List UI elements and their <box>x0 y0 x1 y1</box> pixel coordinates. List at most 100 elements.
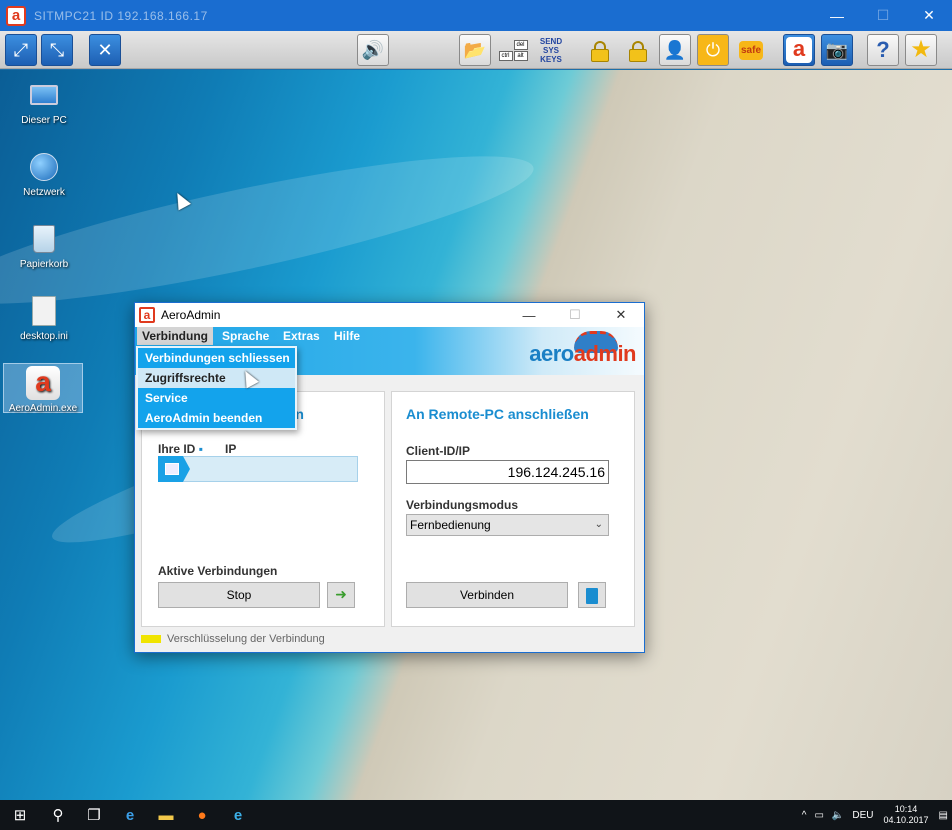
aeroadmin-logo-icon: a <box>6 5 26 26</box>
ip-label: IP <box>225 442 237 456</box>
fullscreen-icon: ⤢ <box>13 40 29 60</box>
notification-icon[interactable]: ▤ <box>939 810 948 821</box>
network-tray-icon[interactable]: ▭ <box>814 810 823 821</box>
task-view-icon[interactable]: ❐ <box>76 800 112 830</box>
ctrl-alt-del-button[interactable]: del ctrl alt <box>497 34 529 66</box>
client-id-label: Client-ID/IP <box>406 444 471 458</box>
recycle-bin-icon <box>33 225 55 253</box>
ie-icon[interactable]: e <box>220 800 256 830</box>
logoff-user-button[interactable]: 👤 <box>659 34 691 66</box>
clock[interactable]: 10:14 04.10.2017 <box>884 804 929 826</box>
aeroadmin-title: AeroAdmin <box>161 308 221 322</box>
aeroadmin-button[interactable]: a <box>783 34 815 66</box>
close-button[interactable]: ✕ <box>906 0 952 31</box>
menu-item-exit[interactable]: AeroAdmin beenden <box>138 408 295 428</box>
send-sys-keys-button[interactable]: SEND SYS KEYS <box>535 34 567 66</box>
sound-button[interactable]: 🔊 <box>357 34 389 66</box>
file-icon <box>32 296 56 326</box>
chevron-down-icon: ⌄ <box>594 519 603 530</box>
help-button[interactable]: ? <box>867 34 899 66</box>
arrow-right-icon: ➜ <box>335 586 347 602</box>
lock-sound-button[interactable] <box>621 34 653 66</box>
client-id-input[interactable]: 196.124.245.16 <box>406 460 609 484</box>
aeroadmin-close-button[interactable]: ✕ <box>598 303 644 327</box>
menu-verbindung[interactable]: Verbindung <box>137 327 213 345</box>
lock-input-button[interactable] <box>583 34 615 66</box>
edge-icon[interactable]: e <box>112 800 148 830</box>
aeroadmin-logo-icon: a <box>139 307 155 323</box>
menu-item-service[interactable]: Service <box>138 388 295 408</box>
fit-screen-icon: ⤡ <box>49 40 65 60</box>
network-icon <box>30 153 58 181</box>
computer-icon <box>30 85 58 105</box>
menu-extras[interactable]: Extras <box>278 327 325 345</box>
desktop-icon-network[interactable]: Netzwerk <box>4 150 84 198</box>
aeroadmin-maximize-button[interactable]: ☐ <box>552 303 598 327</box>
remote-toolbar: ⤢ ⤡ ✕ 🔊 📂 del ctrl alt SEND SYS KEYS 👤 ⏻… <box>0 31 952 69</box>
system-tray: ^ ▭ 🔈 DEU 10:14 04.10.2017 ▤ <box>798 800 952 830</box>
language-indicator[interactable]: DEU <box>852 810 873 821</box>
search-icon[interactable]: ⚲ <box>40 800 76 830</box>
connection-mode-label: Verbindungsmodus <box>406 498 519 512</box>
connect-panel: An Remote-PC anschließen Client-ID/IP 19… <box>391 391 635 627</box>
remote-session-titlebar: a SITMPC21 ID 192.168.166.17 — ☐ ✕ <box>0 0 952 31</box>
screenshot-button[interactable]: 📷 <box>821 34 853 66</box>
minimize-button[interactable]: — <box>814 0 860 31</box>
user-logoff-icon: 👤 <box>663 40 687 60</box>
desktop-icon-recycle-bin[interactable]: Papierkorb <box>4 222 84 270</box>
restart-icon: ⏻ <box>705 40 721 60</box>
status-bar: Verschlüsselung der Verbindung <box>135 626 644 652</box>
remote-session-title: SITMPC21 ID 192.168.166.17 <box>34 8 208 23</box>
safe-mode-button[interactable]: safe <box>735 34 767 66</box>
taskbar: ⊞ ⚲ ❐ e ▬ ● e ^ ▭ 🔈 DEU 10:14 04.10.2017… <box>0 800 952 830</box>
camera-icon: 📷 <box>825 40 849 60</box>
firefox-icon[interactable]: ● <box>184 800 220 830</box>
aeroadmin-logo-icon: a <box>786 37 812 63</box>
windows-start-icon[interactable]: ⊞ <box>0 800 40 830</box>
verbindung-dropdown: Verbindungen schliessen Zugriffsrechte S… <box>136 346 297 430</box>
menu-item-access-rights[interactable]: Zugriffsrechte <box>138 368 295 388</box>
connect-button[interactable]: Verbinden <box>406 582 568 608</box>
maximize-button[interactable]: ☐ <box>860 0 906 31</box>
aeroadmin-titlebar: a AeroAdmin — ☐ ✕ <box>135 303 644 327</box>
file-transfer-button[interactable]: 📂 <box>459 34 491 66</box>
screen-icon <box>165 463 179 475</box>
desktop-icon-aeroadmin[interactable]: a AeroAdmin.exe <box>3 363 83 414</box>
speaker-icon: 🔊 <box>361 40 385 60</box>
your-id-label: Ihre ID ▪ <box>158 442 203 456</box>
help-icon: ? <box>876 37 890 62</box>
favorite-button[interactable]: ★ <box>905 34 937 66</box>
address-book-icon <box>586 587 598 604</box>
address-book-button[interactable] <box>578 582 606 608</box>
volume-icon[interactable]: 🔈 <box>832 810 844 821</box>
connection-mode-select[interactable]: Fernbedienung ⌄ <box>406 514 609 536</box>
aeroadmin-brand-logo: aeroadmin <box>529 341 636 366</box>
active-connections-label: Aktive Verbindungen <box>158 564 278 578</box>
desktop-icon-this-pc[interactable]: Dieser PC <box>4 78 84 126</box>
file-explorer-icon[interactable]: ▬ <box>148 800 184 830</box>
connect-title: An Remote-PC anschließen <box>406 406 589 422</box>
transfer-button[interactable]: ➜ <box>327 582 355 608</box>
lock-icon <box>591 41 609 62</box>
settings-button[interactable]: ✕ <box>89 34 121 66</box>
fit-screen-button[interactable]: ⤡ <box>41 34 73 66</box>
chevron-up-icon[interactable]: ^ <box>802 810 807 821</box>
menu-item-close-connections[interactable]: Verbindungen schliessen <box>138 348 295 368</box>
restart-button[interactable]: ⏻ <box>697 34 729 66</box>
keys-icon: del ctrl alt <box>498 39 528 61</box>
encryption-status-text: Verschlüsselung der Verbindung <box>167 633 325 645</box>
tools-icon: ✕ <box>97 40 113 60</box>
menu-hilfe[interactable]: Hilfe <box>329 327 365 345</box>
stop-button[interactable]: Stop <box>158 582 320 608</box>
aeroadmin-minimize-button[interactable]: — <box>506 303 552 327</box>
folder-transfer-icon: 📂 <box>463 40 487 60</box>
fullscreen-button[interactable]: ⤢ <box>5 34 37 66</box>
desktop-icon-desktop-ini[interactable]: desktop.ini <box>4 294 84 342</box>
encryption-status-swatch <box>141 635 161 643</box>
send-sys-keys-icon: SEND SYS KEYS <box>539 36 563 64</box>
menu-sprache[interactable]: Sprache <box>217 327 274 345</box>
safe-icon: safe <box>738 40 763 60</box>
aeroadmin-icon: a <box>26 366 60 400</box>
lock-speaker-icon <box>629 41 647 62</box>
star-icon: ★ <box>910 36 932 63</box>
